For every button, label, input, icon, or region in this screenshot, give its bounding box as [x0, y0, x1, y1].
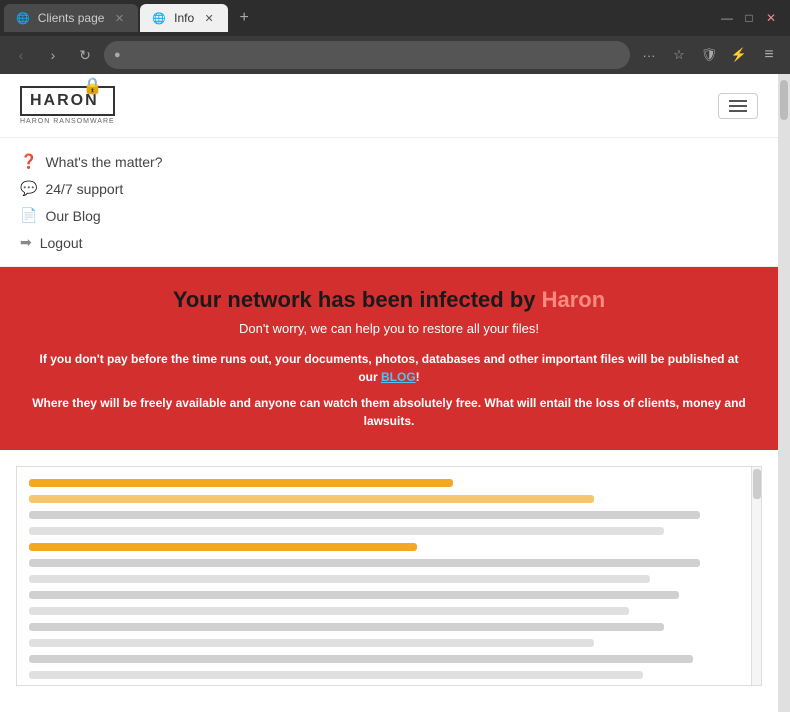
banner-subtitle: Don't worry, we can help you to restore … — [30, 321, 748, 336]
text-content-area — [16, 466, 762, 686]
whats-matter-icon: ❓ — [20, 153, 37, 170]
hamburger-line-2 — [729, 105, 747, 107]
maximize-button[interactable]: □ — [742, 11, 756, 25]
address-bar[interactable]: ● — [104, 41, 630, 69]
text-area-scrollbar-thumb[interactable] — [753, 469, 761, 499]
hamburger-line-1 — [729, 100, 747, 102]
clients-page-tab-label: Clients page — [38, 11, 105, 25]
minimize-button[interactable]: — — [720, 11, 734, 25]
text-line — [29, 559, 700, 567]
banner-warning: If you don't pay before the time runs ou… — [30, 350, 748, 386]
lock-icon: ● — [114, 49, 121, 61]
page-content: BTC 🔒 HARON HARON RANSOMWARE — [0, 74, 778, 712]
banner-consequence: Where they will be freely available and … — [30, 394, 748, 430]
shield-button[interactable]: 🛡 — [696, 42, 722, 68]
text-line — [29, 511, 700, 519]
menu-item-support[interactable]: 💬 24/7 support — [20, 175, 758, 202]
dropdown-menu: ❓ What's the matter? 💬 24/7 support 📄 Ou… — [0, 138, 778, 267]
text-line — [29, 623, 664, 631]
page-area: BTC 🔒 HARON HARON RANSOMWARE — [0, 74, 790, 712]
logout-label: Logout — [40, 235, 83, 251]
text-line — [29, 591, 679, 599]
banner-warning-suffix: ! — [416, 370, 420, 384]
logo-box: 🔒 HARON — [20, 86, 115, 116]
info-tab-label: Info — [174, 11, 194, 25]
banner-title-highlight: Haron — [542, 287, 606, 312]
support-label: 24/7 support — [45, 181, 123, 197]
page-inner: BTC 🔒 HARON HARON RANSOMWARE — [0, 74, 778, 712]
info-tab-close[interactable]: ✕ — [202, 11, 216, 25]
text-line — [29, 607, 629, 615]
text-line — [29, 655, 693, 663]
main-scrollbar[interactable] — [778, 74, 790, 712]
banner-title: Your network has been infected by Haron — [30, 287, 748, 313]
info-tab[interactable]: 🌐 Info ✕ — [140, 4, 228, 32]
text-line — [29, 639, 594, 647]
blog-link[interactable]: BLOG — [381, 370, 416, 384]
text-line — [29, 495, 594, 503]
lightning-button[interactable]: ⚡ — [726, 42, 752, 68]
toolbar-right: ··· ☆ 🛡 ⚡ ≡ — [636, 42, 782, 68]
tab-favicon-info: 🌐 — [152, 12, 166, 25]
text-line — [29, 671, 643, 679]
address-bar-row: ‹ › ↻ ● ··· ☆ 🛡 ⚡ ≡ — [0, 36, 790, 74]
back-button[interactable]: ‹ — [8, 42, 34, 68]
menu-item-blog[interactable]: 📄 Our Blog — [20, 202, 758, 229]
tab-bar: 🌐 Clients page ✕ 🌐 Info ✕ + — □ ✕ — [0, 0, 790, 36]
hamburger-button[interactable] — [718, 93, 758, 119]
clients-page-tab[interactable]: 🌐 Clients page ✕ — [4, 4, 138, 32]
blog-icon: 📄 — [20, 207, 37, 224]
text-line — [29, 575, 650, 583]
text-lines-container — [29, 479, 749, 686]
whats-matter-label: What's the matter? — [45, 154, 162, 170]
blog-label: Our Blog — [45, 208, 100, 224]
site-navigation: 🔒 HARON HARON RANSOMWARE — [0, 74, 778, 138]
text-area-scrollbar[interactable] — [751, 467, 761, 685]
tab-favicon: 🌐 — [16, 12, 30, 25]
new-tab-button[interactable]: + — [230, 4, 258, 32]
hamburger-line-3 — [729, 110, 747, 112]
site-logo: 🔒 HARON HARON RANSOMWARE — [20, 86, 115, 125]
logo-subtitle: HARON RANSOMWARE — [20, 118, 115, 125]
text-line — [29, 479, 453, 487]
window-controls: — □ ✕ — [720, 11, 786, 25]
text-line — [29, 543, 417, 551]
refresh-button[interactable]: ↻ — [72, 42, 98, 68]
close-button[interactable]: ✕ — [764, 11, 778, 25]
red-banner: Your network has been infected by Haron … — [0, 267, 778, 450]
clients-page-tab-close[interactable]: ✕ — [112, 11, 126, 25]
forward-button[interactable]: › — [40, 42, 66, 68]
menu-item-logout[interactable]: ➡ Logout — [20, 229, 758, 256]
star-button[interactable]: ☆ — [666, 42, 692, 68]
main-scrollbar-thumb[interactable] — [780, 80, 788, 120]
more-button[interactable]: ··· — [636, 42, 662, 68]
banner-title-prefix: Your network has been infected by — [173, 287, 542, 312]
logo-icon: 🔒 — [83, 76, 105, 96]
text-line — [29, 527, 664, 535]
logout-icon: ➡ — [20, 234, 32, 251]
menu-item-whats-matter[interactable]: ❓ What's the matter? — [20, 148, 758, 175]
browser-chrome: 🌐 Clients page ✕ 🌐 Info ✕ + — □ ✕ ‹ › ↻ … — [0, 0, 790, 74]
browser-menu-button[interactable]: ≡ — [756, 42, 782, 68]
support-icon: 💬 — [20, 180, 37, 197]
